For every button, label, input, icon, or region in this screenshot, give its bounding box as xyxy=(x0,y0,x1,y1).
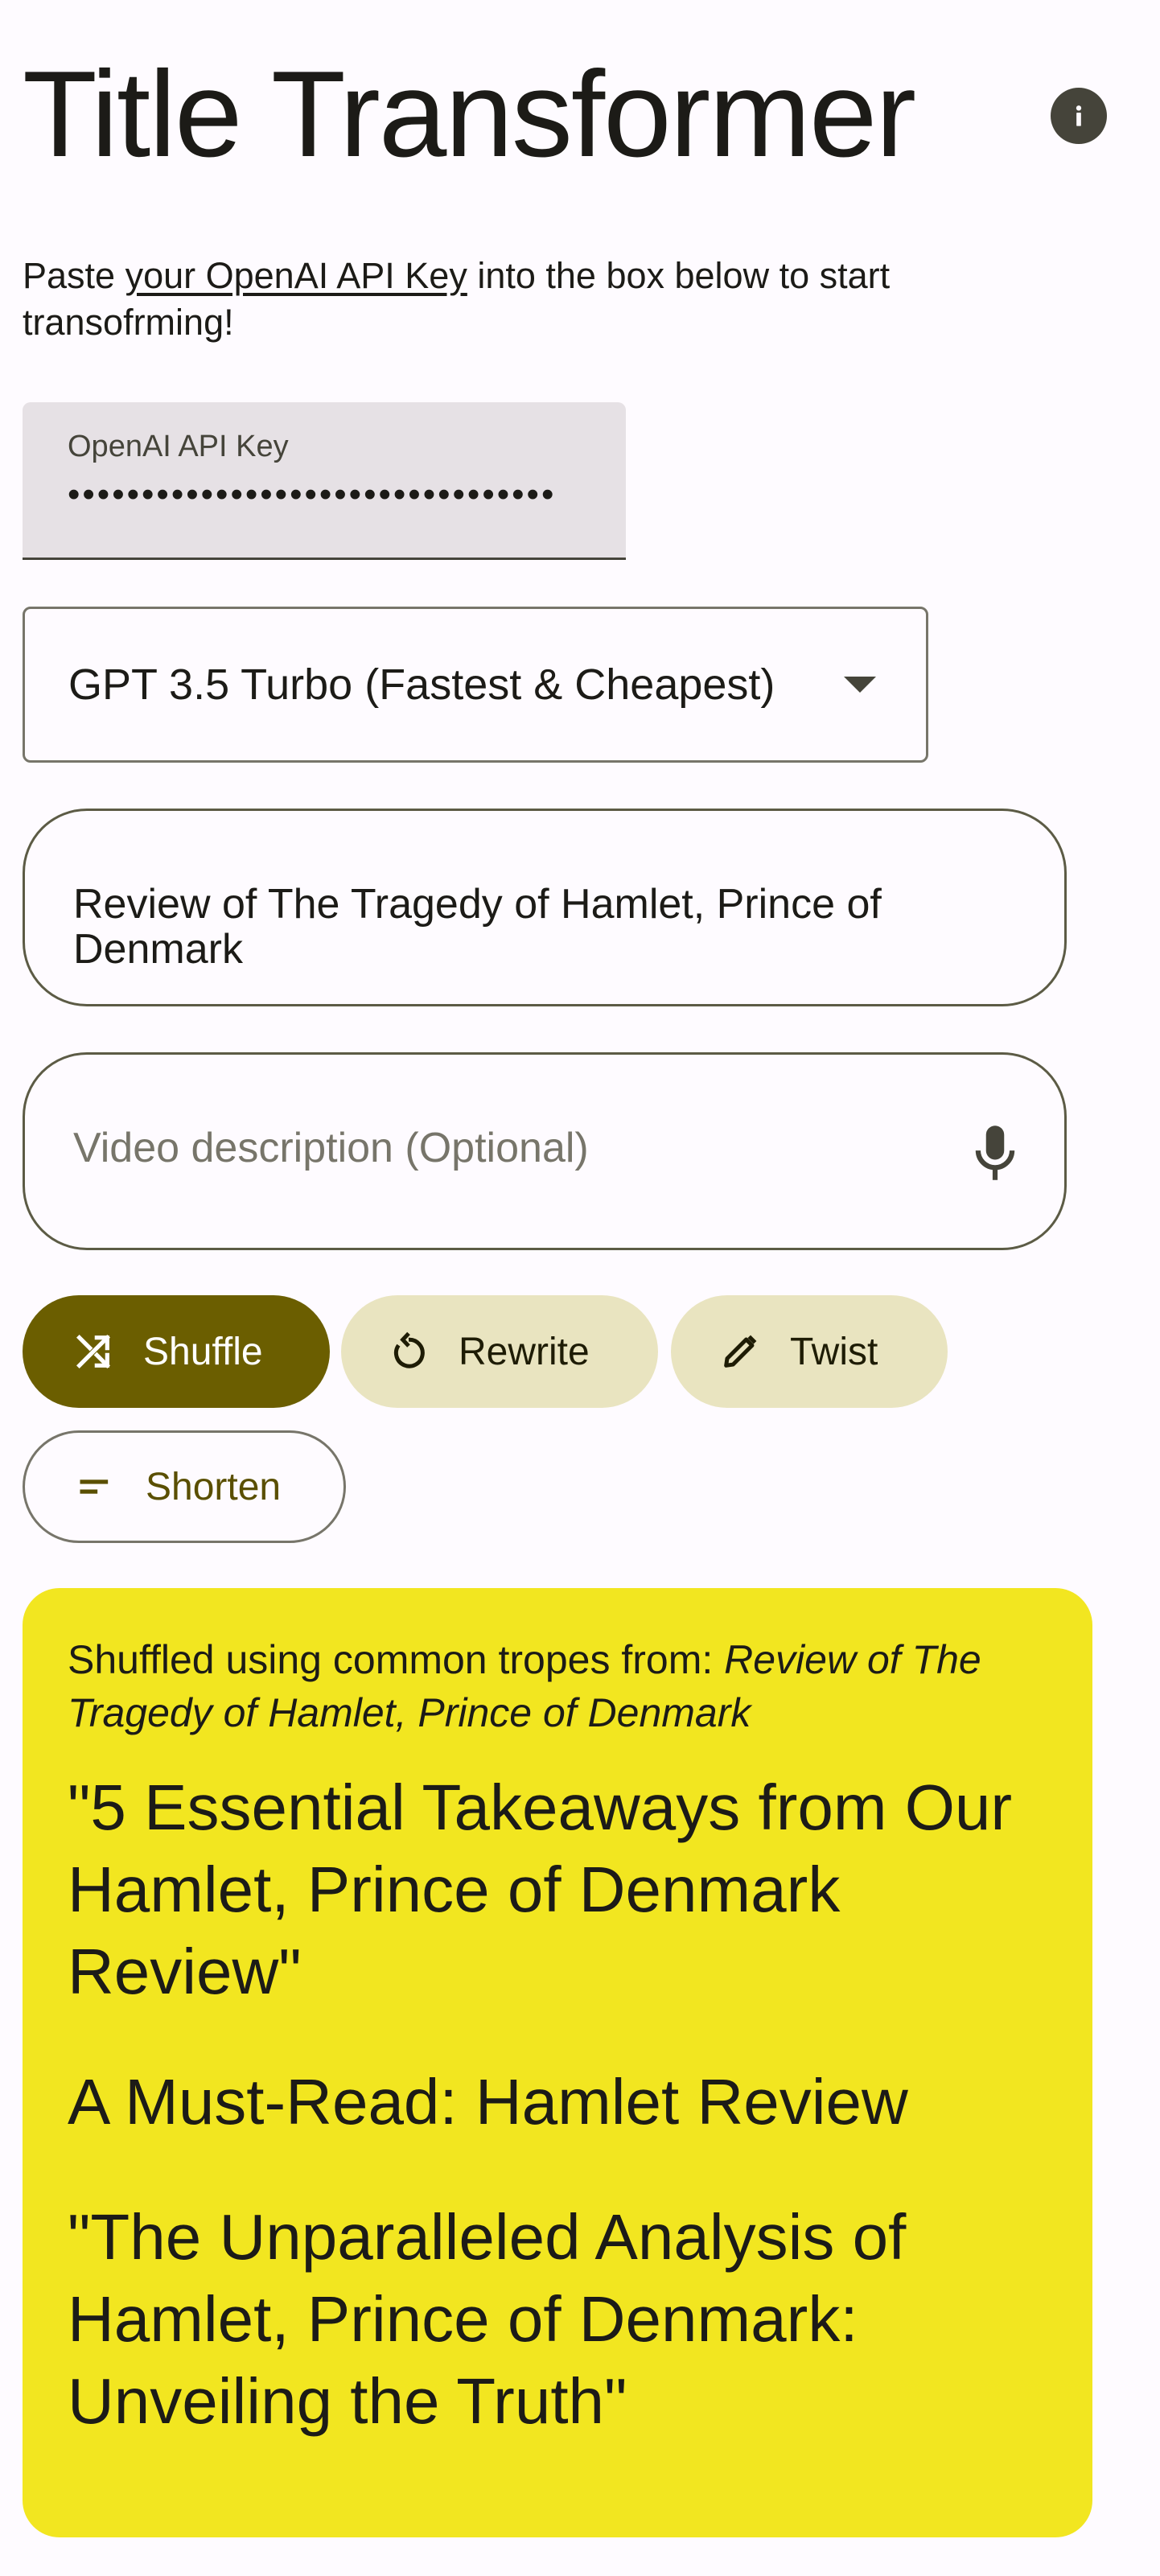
api-key-value[interactable]: ••••••••••••••••••••••••••••••••• xyxy=(68,475,615,515)
rewrite-label: Rewrite xyxy=(459,1330,590,1373)
app-page: Title Transformer Paste your OpenAI API … xyxy=(0,0,1160,2576)
title-input-value[interactable]: Review of The Tragedy of Hamlet, Prince … xyxy=(73,882,1022,972)
microphone-icon[interactable] xyxy=(968,1122,1022,1183)
results-card: Shuffled using common tropes from: Revie… xyxy=(23,1588,1092,2537)
title-input[interactable]: Review of The Tragedy of Hamlet, Prince … xyxy=(23,809,1067,1006)
openai-api-key-link[interactable]: your OpenAI API Key xyxy=(125,255,467,296)
intro-prefix: Paste xyxy=(23,255,125,296)
info-button[interactable] xyxy=(1051,88,1107,144)
description-placeholder: Video description (Optional) xyxy=(73,1125,589,1171)
shuffle-label: Shuffle xyxy=(143,1330,263,1373)
dropdown-arrow-icon xyxy=(844,677,876,693)
shuffle-button[interactable]: Shuffle xyxy=(23,1295,330,1408)
shorten-label: Shorten xyxy=(146,1465,282,1508)
intro-text: Paste your OpenAI API Key into the box b… xyxy=(23,253,1068,346)
api-key-field[interactable]: OpenAI API Key •••••••••••••••••••••••••… xyxy=(23,402,626,560)
results-source: Shuffled using common tropes from: Revie… xyxy=(68,1633,1033,1739)
shorten-button[interactable]: Shorten xyxy=(23,1430,346,1543)
result-title[interactable]: "5 Essential Takeaways from Our Hamlet, … xyxy=(68,1767,1033,2013)
twist-button[interactable]: Twist xyxy=(671,1295,948,1408)
rewrite-icon xyxy=(386,1329,431,1374)
shuffle-icon xyxy=(71,1329,116,1374)
description-input[interactable]: Video description (Optional) xyxy=(23,1052,1067,1250)
result-title[interactable]: "The Unparalleled Analysis of Hamlet, Pr… xyxy=(68,2196,1033,2442)
result-title[interactable]: A Must-Read: Hamlet Review xyxy=(68,2061,1033,2143)
model-select[interactable]: GPT 3.5 Turbo (Fastest & Cheapest) xyxy=(23,607,928,763)
info-icon xyxy=(1076,105,1082,126)
api-key-label: OpenAI API Key xyxy=(68,430,289,463)
results-source-prefix: Shuffled using common tropes from: xyxy=(68,1637,725,1682)
pencil-icon xyxy=(718,1329,763,1374)
page-title: Title Transformer xyxy=(23,46,916,183)
twist-label: Twist xyxy=(790,1330,878,1373)
rewrite-button[interactable]: Rewrite xyxy=(341,1295,658,1408)
short-text-icon xyxy=(73,1464,118,1509)
model-select-value: GPT 3.5 Turbo (Fastest & Cheapest) xyxy=(68,660,775,709)
